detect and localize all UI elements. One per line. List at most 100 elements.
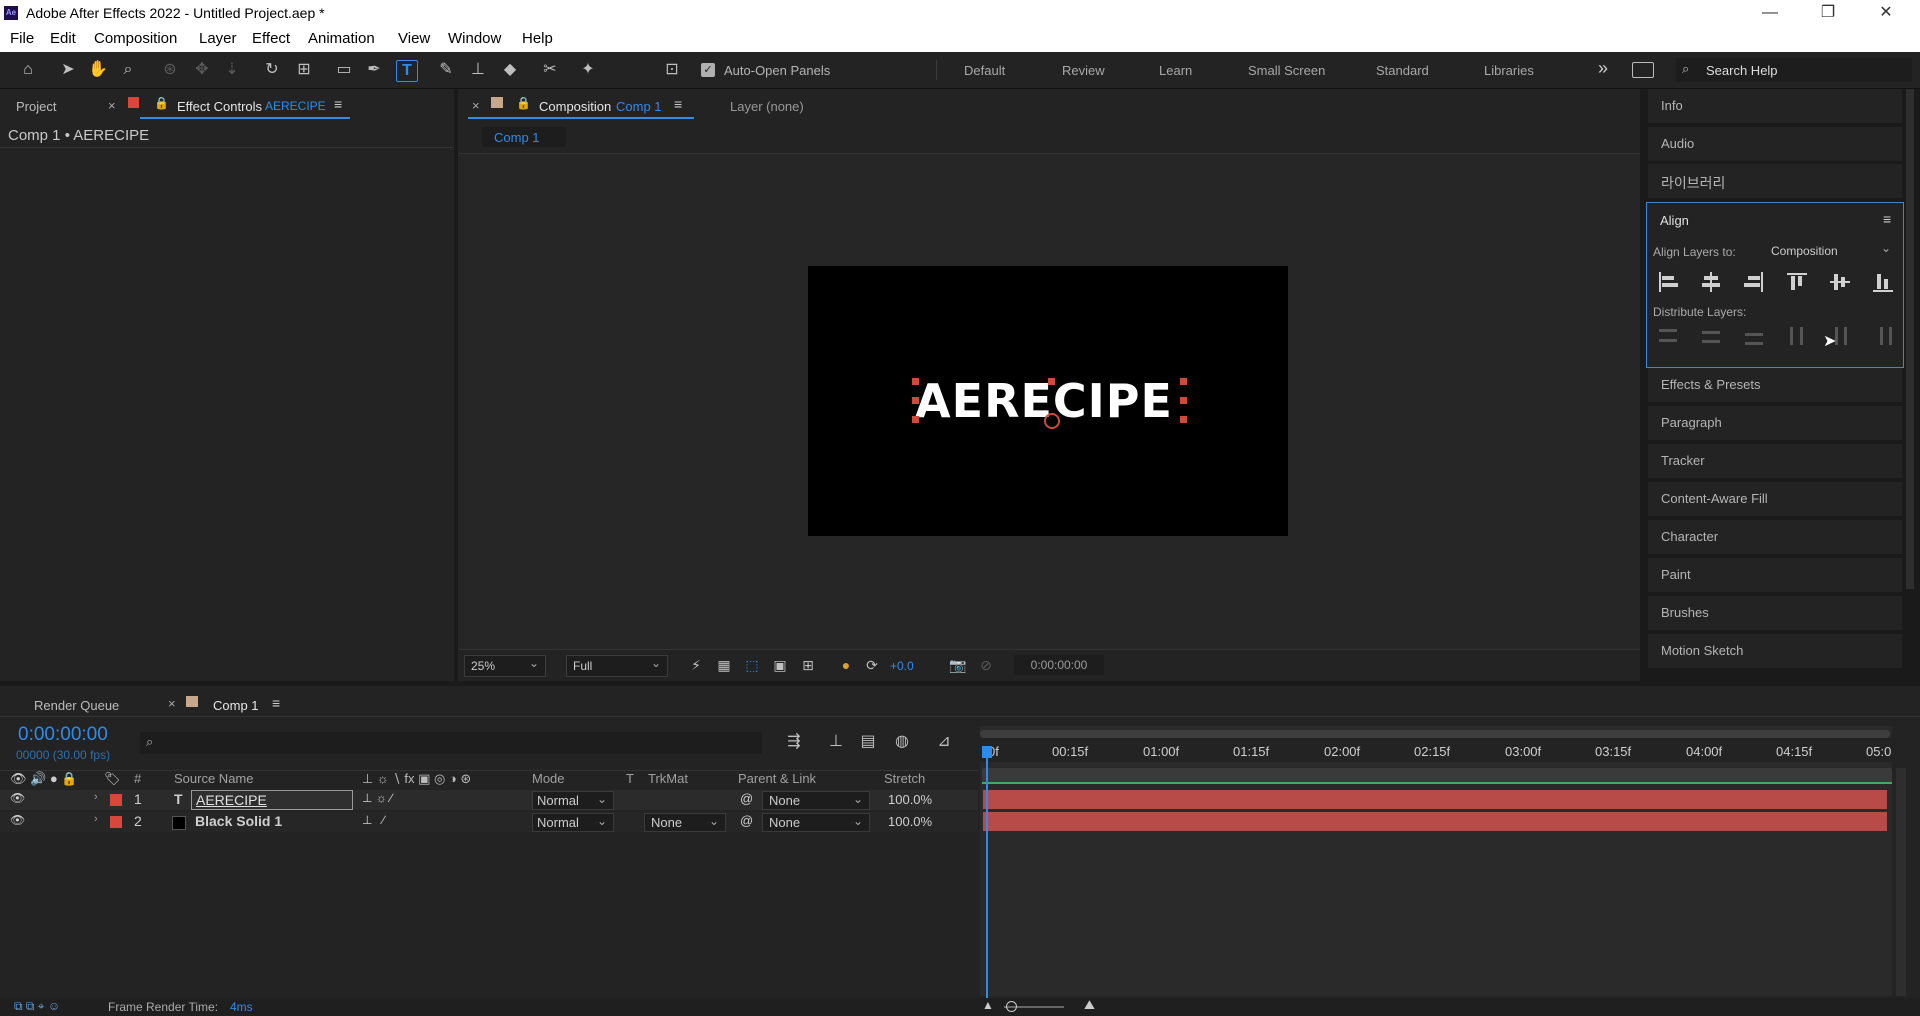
expand-arrow-icon[interactable]: › [94,813,98,825]
panel-character[interactable]: Character [1648,520,1902,555]
draft-3d-icon[interactable]: ⊥ [826,732,846,752]
close-button[interactable]: ✕ [1866,2,1906,24]
keyboard-icon[interactable] [1632,62,1654,78]
close-tab-icon[interactable]: × [472,98,480,113]
close-tab-icon[interactable]: × [168,696,176,711]
transform-handle[interactable] [1048,378,1055,385]
tab-project[interactable]: Project [16,99,56,114]
layer-mode-dropdown[interactable]: Normal ⌄ [532,813,614,832]
snapshot-camera-icon[interactable]: 📷 [948,655,968,675]
roto-brush-icon[interactable]: ✂ [540,60,560,80]
zoom-in-icon[interactable]: ⛰ [1084,997,1095,1013]
zoom-tool-icon[interactable]: ⌕ [118,60,138,80]
exposure-value[interactable]: +0.0 [890,659,914,673]
graph-editor-icon[interactable]: ⊿ [934,732,954,752]
tab-layer[interactable]: Layer (none) [730,99,804,114]
comp-canvas[interactable]: AERECIPE [808,266,1288,536]
workspace-libraries[interactable]: Libraries [1484,63,1534,78]
workspace-standard[interactable]: Standard [1376,63,1429,78]
anchor-point-icon[interactable] [1044,413,1060,429]
layer-switches-icons[interactable]: ⊥ ☼ ∕ [362,791,392,805]
panel-menu-icon[interactable]: ≡ [1883,211,1891,227]
panel-tracker[interactable]: Tracker [1648,444,1902,479]
timeline-graph[interactable] [980,726,1892,996]
layer-stretch[interactable]: 100.0% [888,814,932,829]
transform-handle[interactable] [1180,397,1187,404]
transform-handle[interactable] [912,397,919,404]
close-tab-icon[interactable]: × [108,98,116,113]
panel-audio[interactable]: Audio [1648,127,1902,162]
dolly-camera-icon[interactable]: ⇣ [222,60,242,80]
comp-breadcrumb-tab[interactable]: Comp 1 [482,127,566,147]
align-to-dropdown[interactable]: Composition ⌄ [1767,241,1897,259]
menu-animation[interactable]: Animation [308,30,375,47]
timeline-search-input[interactable]: ⌕ [140,732,762,754]
pick-whip-icon[interactable]: @ [740,813,753,828]
layer-stretch[interactable]: 100.0% [888,792,932,807]
resolution-dropdown[interactable]: Full ⌄ [566,655,668,677]
menu-help[interactable]: Help [522,30,553,47]
timeline-zoom-thumb[interactable] [1006,1001,1017,1012]
auto-open-checkbox[interactable]: ✓ [701,63,715,77]
tab-timeline-comp[interactable]: Comp 1 [213,698,259,713]
tab-effect-controls[interactable]: Effect Controls [177,99,262,114]
distribute-vertical-center-icon[interactable] [1700,325,1722,347]
layer-switches-icons[interactable]: ⊥ ∕ [362,813,384,827]
show-snapshot-icon[interactable]: ⊘ [976,655,996,675]
panel-paragraph[interactable]: Paragraph [1648,406,1902,441]
restore-button[interactable]: ❐ [1808,2,1848,24]
clone-stamp-icon[interactable]: ⊥ [468,60,488,80]
menu-window[interactable]: Window [448,30,501,47]
type-tool-icon[interactable]: T [396,60,418,82]
panel-effects-presets[interactable]: Effects & Presets [1648,368,1902,403]
pen-tool-icon[interactable]: ✒ [364,60,384,80]
region-of-interest-icon[interactable]: ▣ [770,655,790,675]
tab-render-queue[interactable]: Render Queue [34,698,119,713]
work-area-bar[interactable] [980,730,1890,738]
align-top-icon[interactable] [1786,271,1808,293]
layer-label-color[interactable] [110,794,122,806]
rotation-tool-icon[interactable]: ↻ [262,60,282,80]
menu-composition[interactable]: Composition [94,30,177,47]
distribute-left-icon[interactable] [1786,325,1808,347]
layer-row[interactable]: 👁 › 1 T AERECIPE ⊥ ☼ ∕ Normal ⌄ @ None ⌄… [0,790,978,810]
transform-handle[interactable] [912,416,919,423]
panel-info[interactable]: Info [1648,89,1902,124]
pan-camera-icon[interactable]: ✥ [192,60,212,80]
timeline-scrollbar[interactable] [1896,768,1906,996]
layer-parent-dropdown[interactable]: None ⌄ [762,791,870,810]
menu-view[interactable]: View [398,30,430,47]
workspace-default[interactable]: Default [964,63,1005,78]
brush-tool-icon[interactable]: ✎ [436,60,456,80]
lock-icon[interactable]: 🔒 [154,96,169,110]
layer-name[interactable]: Black Solid 1 [195,813,282,829]
menu-file[interactable]: File [10,30,34,47]
help-search[interactable]: ⌕ Search Help [1676,58,1912,82]
layer-duration-bar[interactable] [983,812,1887,831]
transparency-grid-icon[interactable]: ▦ [714,655,734,675]
eraser-tool-icon[interactable]: ◆ [500,60,520,80]
header-source-name[interactable]: Source Name [174,771,253,786]
pick-whip-icon[interactable]: @ [740,791,753,806]
align-left-icon[interactable] [1657,271,1679,293]
fast-previews-icon[interactable]: ⚡ [686,655,706,675]
panel-brushes[interactable]: Brushes [1648,596,1902,631]
pan-behind-icon[interactable]: ⊞ [294,60,314,80]
transform-handle[interactable] [1180,416,1187,423]
distribute-right-icon[interactable] [1872,325,1894,347]
workspace-overflow-icon[interactable]: » [1598,58,1608,79]
video-eye-icon[interactable]: 👁 [10,813,25,827]
transform-handle[interactable] [1180,378,1187,385]
align-horizontal-center-icon[interactable] [1700,271,1722,293]
viewer-timecode[interactable]: 0:00:00:00 [1014,655,1104,675]
tab-composition[interactable]: Composition [539,99,611,114]
align-vertical-center-icon[interactable] [1829,271,1851,293]
hand-tool-icon[interactable]: ✋ [88,60,108,80]
reset-exposure-icon[interactable]: ⟳ [862,655,882,675]
color-channels-icon[interactable]: ● [836,655,856,675]
selection-tool-icon[interactable]: ➤ [58,60,78,80]
align-bottom-icon[interactable] [1872,271,1894,293]
menu-layer[interactable]: Layer [199,30,237,47]
panel-menu-icon[interactable]: ≡ [674,96,682,112]
layer-duration-bar[interactable] [983,790,1887,809]
